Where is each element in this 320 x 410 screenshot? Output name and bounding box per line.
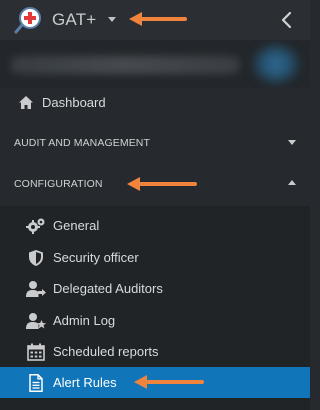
nav-item-dashboard[interactable]: Dashboard [0, 88, 310, 118]
avatar[interactable] [254, 46, 298, 82]
section-audit-and-management[interactable]: AUDIT AND MANAGEMENT [0, 125, 310, 161]
shield-icon [29, 250, 43, 266]
sidebar-item-delegated-auditors[interactable]: Delegated Auditors [0, 273, 310, 304]
sidebar-item-label: Admin Log [53, 313, 116, 328]
user-share-icon [26, 281, 46, 297]
nav-item-label: Dashboard [42, 95, 106, 110]
gat-logo-icon[interactable] [14, 6, 42, 34]
section-label: AUDIT AND MANAGEMENT [14, 137, 150, 149]
chevron-up-icon [288, 180, 296, 185]
sidebar-item-label: Security officer [53, 250, 139, 265]
annotation-arrow-icon [129, 12, 187, 26]
user-profile-area[interactable] [0, 40, 310, 88]
sidebar-item-security-officer[interactable]: Security officer [0, 242, 310, 273]
document-icon [29, 374, 43, 392]
gears-icon [26, 218, 45, 234]
chevron-down-icon [288, 140, 296, 145]
sidebar-item-label: General [53, 218, 100, 233]
section-label: CONFIGURATION [14, 178, 103, 190]
sidebar-item-label: Scheduled reports [53, 344, 159, 359]
app-switcher-caret-icon[interactable] [108, 17, 116, 22]
sidebar-item-admin-log[interactable]: Admin Log [0, 305, 310, 336]
sidebar-item-scheduled-reports[interactable]: Scheduled reports [0, 336, 310, 367]
user-name-redacted [10, 56, 240, 74]
annotation-arrow-icon [127, 177, 197, 191]
app-title[interactable]: GAT+ [52, 10, 96, 30]
collapse-sidebar-chevron-icon[interactable] [276, 8, 298, 32]
sidebar-item-label: Alert Rules [53, 375, 117, 390]
user-star-icon [26, 313, 46, 329]
sidebar-item-label: Delegated Auditors [53, 281, 163, 296]
annotation-arrow-icon [134, 375, 204, 389]
calendar-icon [27, 343, 45, 361]
sidebar-item-general[interactable]: General [0, 210, 310, 241]
home-icon [19, 96, 33, 109]
